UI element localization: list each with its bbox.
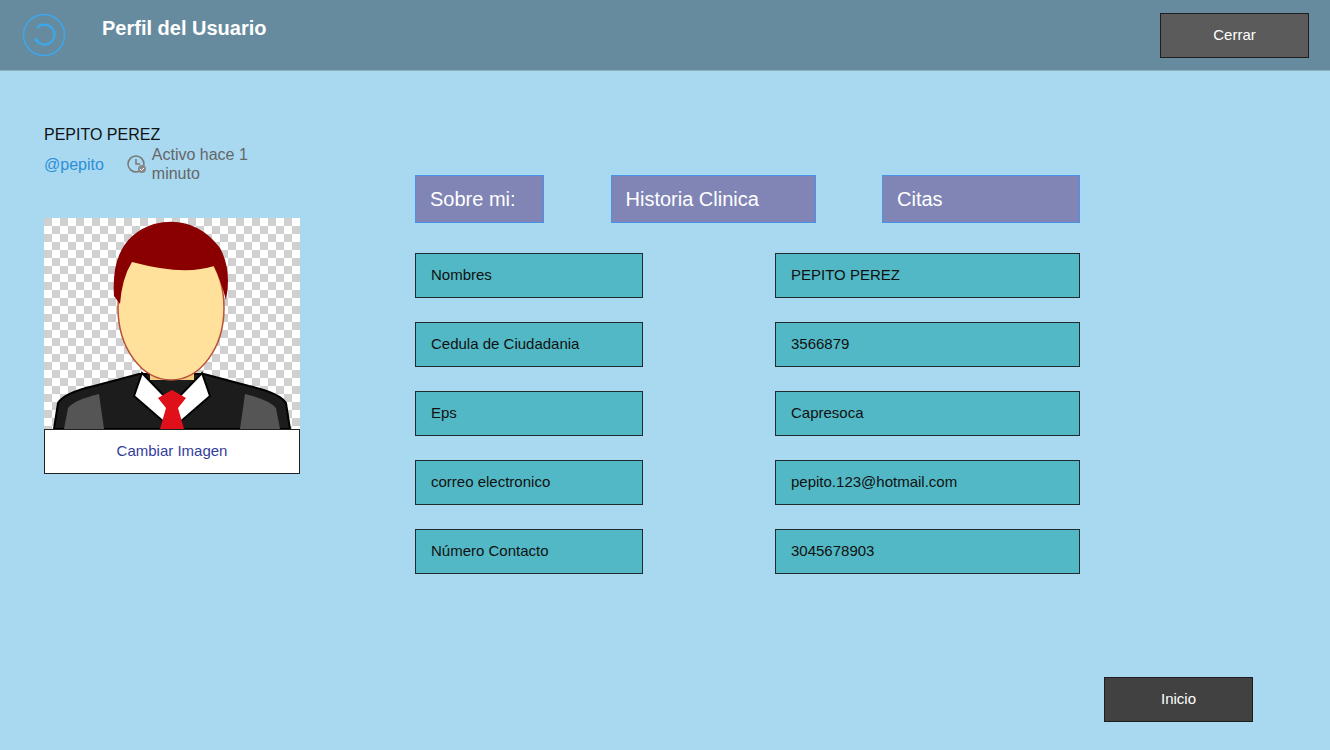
profile-body: PEPITO PEREZ @pepito Activo hace 1 minut…	[0, 71, 1330, 574]
profile-tab[interactable]: Citas	[882, 175, 1080, 223]
activity-status: Activo hace 1 minuto	[126, 145, 300, 183]
user-status-line: @pepito Activo hace 1 minuto	[44, 145, 300, 183]
user-panel: PEPITO PEREZ @pepito Activo hace 1 minut…	[44, 71, 300, 574]
field-row: correo electronico pepito.123@hotmail.com	[415, 460, 1080, 505]
field-value: Capresoca	[775, 391, 1080, 436]
field-value: 3566879	[775, 322, 1080, 367]
field-value: 3045678903	[775, 529, 1080, 574]
field-row: Cedula de Ciudadania 3566879	[415, 322, 1080, 367]
footer-bar: Inicio	[0, 677, 1330, 750]
field-label: Nombres	[415, 253, 643, 298]
profile-tab[interactable]: Historia Clinica	[611, 175, 816, 223]
field-value: pepito.123@hotmail.com	[775, 460, 1080, 505]
field-list: Nombres PEPITO PEREZ Cedula de Ciudadania 3…	[415, 253, 1080, 574]
tab-bar: Sobre mi: Historia Clinica Citas	[415, 175, 1080, 223]
activity-text: Activo hace 1 minuto	[152, 145, 300, 183]
close-button[interactable]: Cerrar	[1160, 13, 1309, 58]
field-label: Cedula de Ciudadania	[415, 322, 643, 367]
user-handle[interactable]: @pepito	[44, 155, 104, 174]
header-bar: Perfil del Usuario Cerrar	[0, 0, 1330, 71]
avatar-icon	[44, 218, 300, 429]
home-button[interactable]: Inicio	[1104, 677, 1253, 722]
clock-icon	[126, 153, 148, 175]
field-value: PEPITO PEREZ	[775, 253, 1080, 298]
field-label: correo electronico	[415, 460, 643, 505]
field-label: Número Contacto	[415, 529, 643, 574]
field-row: Número Contacto 3045678903	[415, 529, 1080, 574]
user-name: PEPITO PEREZ	[44, 125, 300, 144]
app-logo-icon	[22, 13, 66, 57]
field-row: Nombres PEPITO PEREZ	[415, 253, 1080, 298]
profile-content: Sobre mi: Historia Clinica Citas Nombres PE…	[415, 71, 1080, 574]
profile-tab[interactable]: Sobre mi:	[415, 175, 544, 223]
profile-page: Perfil del Usuario Cerrar PEPITO PEREZ @…	[0, 0, 1330, 750]
field-label: Eps	[415, 391, 643, 436]
page-title: Perfil del Usuario	[102, 13, 267, 43]
change-image-button[interactable]: Cambiar Imagen	[44, 429, 300, 474]
field-row: Eps Capresoca	[415, 391, 1080, 436]
